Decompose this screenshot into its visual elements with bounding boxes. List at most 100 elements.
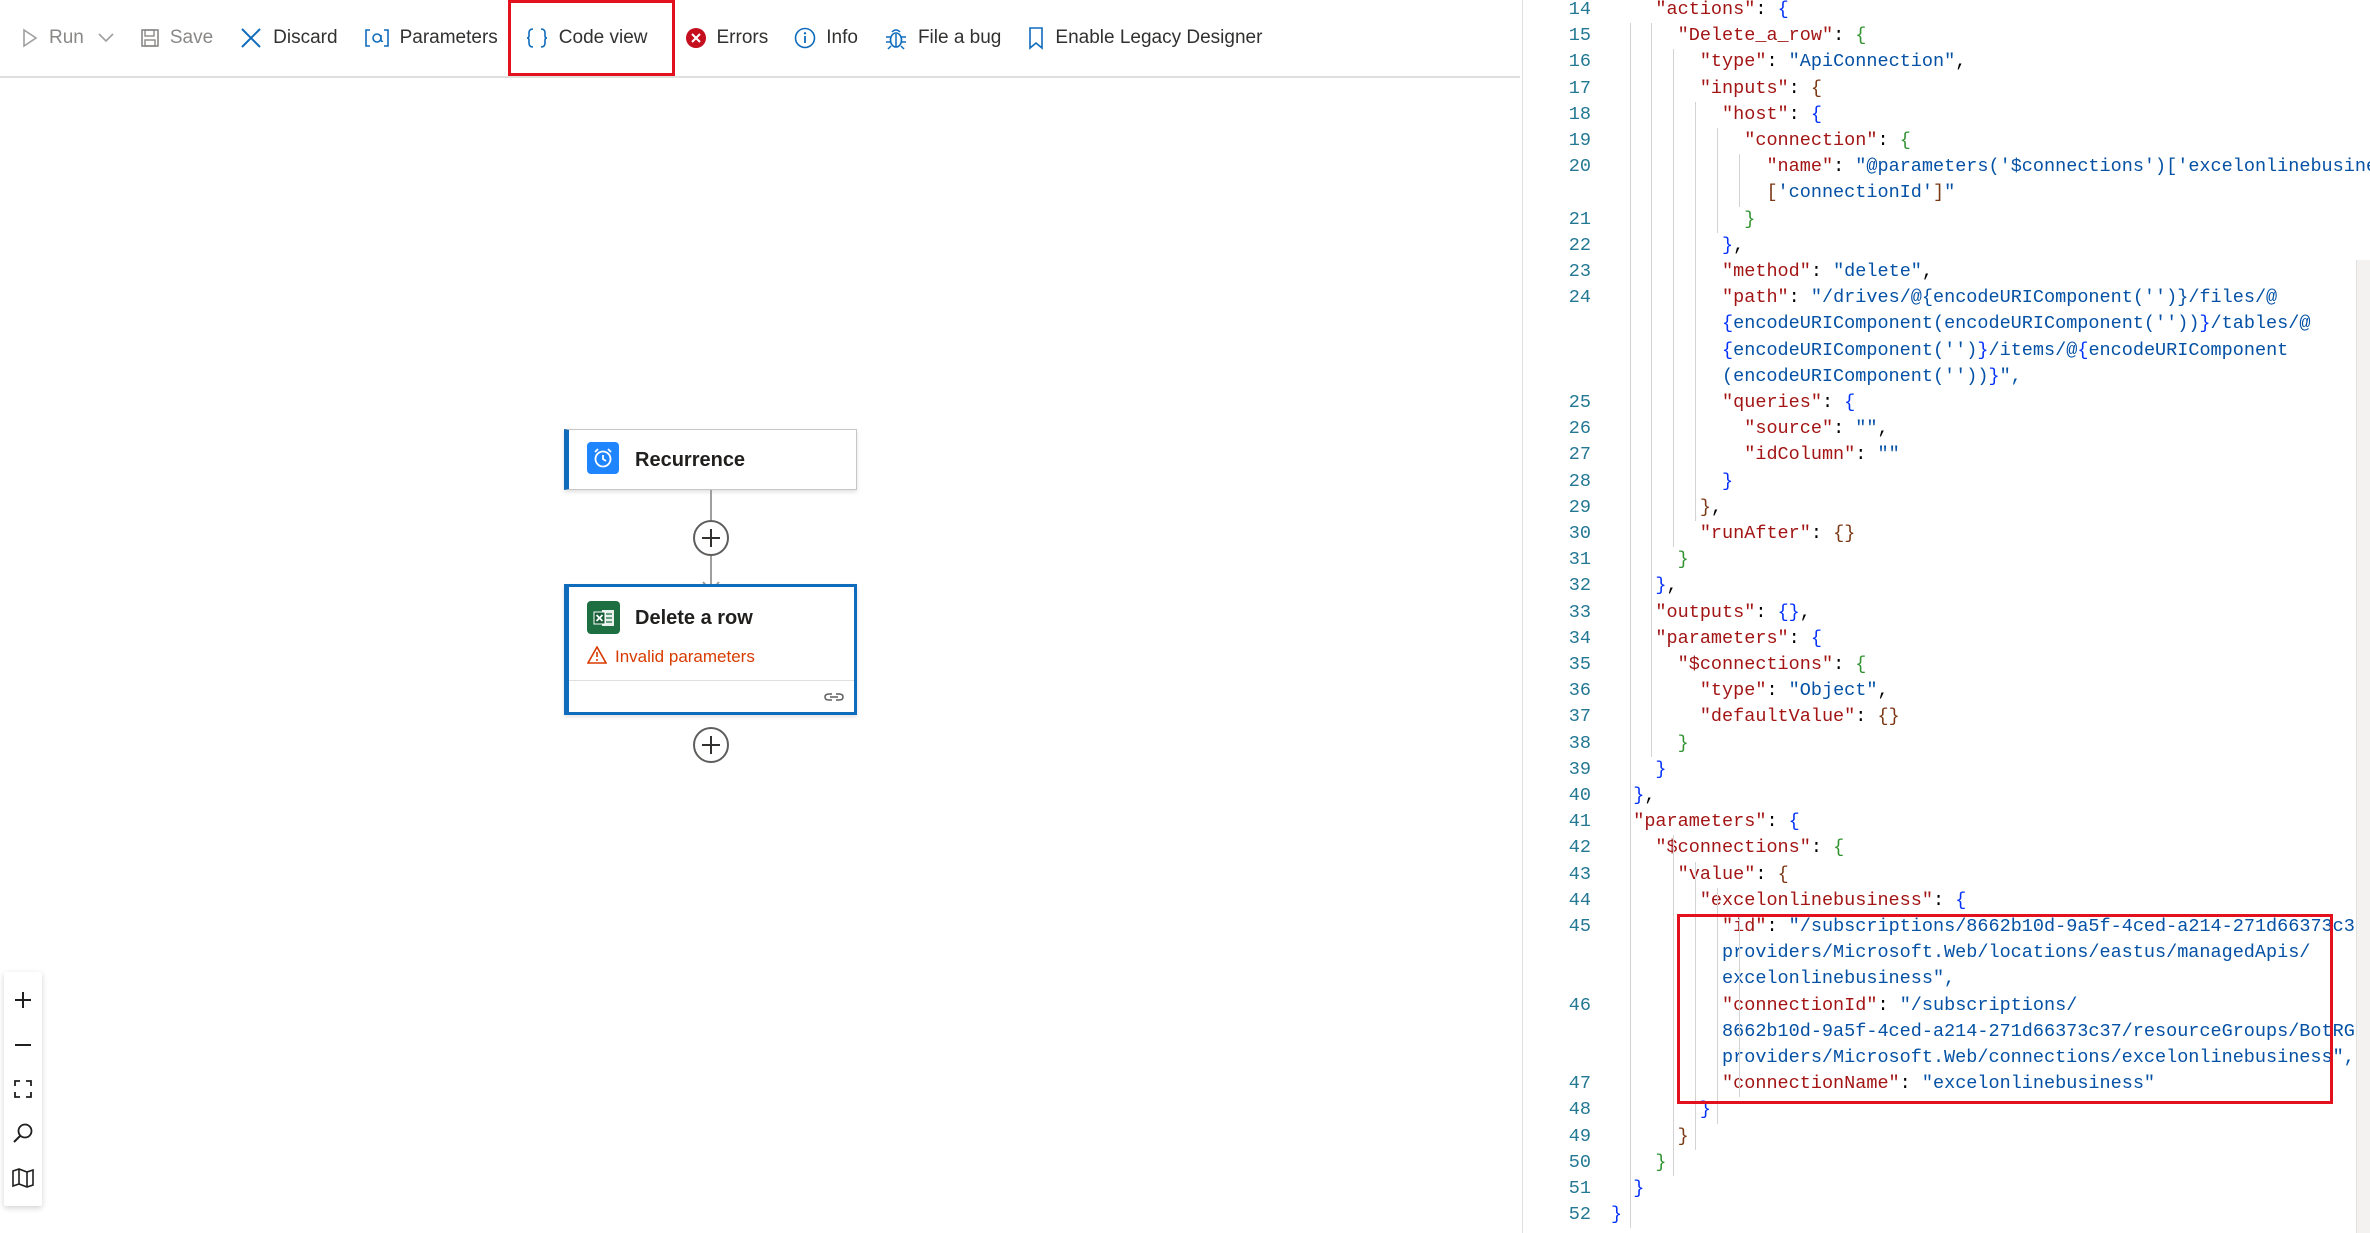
file-bug-button[interactable]: File a bug (871, 12, 1014, 64)
parameters-button[interactable]: Parameters (351, 12, 511, 64)
code-line: 42 "$connections": { (1523, 835, 2363, 861)
zoom-out-button[interactable] (8, 1030, 38, 1060)
indent-guide (1739, 154, 1740, 207)
code-text: "type": "Object", (1699, 680, 1889, 702)
line-number: 40 (1568, 785, 1591, 806)
code-text: "defaultValue": {} (1699, 706, 1900, 728)
info-button[interactable]: Info (781, 12, 871, 64)
search-button[interactable] (8, 1118, 38, 1148)
connection-highlight-box (1677, 914, 2333, 1104)
line-number: 34 (1568, 627, 1591, 649)
line-number: 42 (1568, 837, 1591, 859)
line-number: 50 (1568, 1151, 1591, 1173)
line-number: 14 (1568, 0, 1591, 20)
code-text: "name": "@parameters('$connections')['ex… (1766, 156, 2370, 178)
code-line: 20 "name": "@parameters('$connections')[… (1523, 154, 2370, 180)
add-step-button[interactable] (693, 727, 729, 763)
zoom-in-icon (15, 992, 31, 1009)
code-line: 27 "idColumn": "" (1523, 442, 2363, 468)
code-line: 36 "type": "Object", (1523, 678, 2363, 704)
code-line: {encodeURIComponent(encodeURIComponent('… (1523, 311, 2363, 337)
code-text: }, (1655, 575, 1678, 597)
line-number: 44 (1568, 889, 1591, 911)
parameters-icon (364, 29, 389, 47)
code-line: 17 "inputs": { (1523, 76, 2363, 102)
line-number: 49 (1568, 1125, 1591, 1147)
line-number: 31 (1568, 549, 1591, 571)
code-text: "path": "/drives/@{encodeURIComponent(''… (1722, 287, 2278, 309)
save-button[interactable]: Save (127, 12, 226, 64)
run-icon (23, 28, 38, 48)
line-number: 16 (1568, 51, 1591, 73)
code-line: 28 } (1523, 469, 2363, 495)
canvas-controls (4, 972, 42, 1206)
recurrence-title: Recurrence (635, 449, 746, 471)
discard-button[interactable]: Discard (226, 12, 350, 64)
code-text: "idColumn": "" (1744, 444, 1900, 466)
editor-scrollbar[interactable] (2356, 260, 2370, 1233)
code-text: "excelonlinebusiness": { (1699, 889, 1967, 911)
code-text: }, (1633, 785, 1656, 806)
code-line: 22 }, (1523, 233, 2363, 259)
run-label: Run (49, 27, 84, 48)
line-number: 35 (1568, 654, 1591, 675)
zoom-in-button[interactable] (8, 985, 38, 1015)
code-text: "$connections": { (1677, 654, 1867, 675)
fit-view-button[interactable] (8, 1074, 38, 1104)
code-text: "value": { (1677, 863, 1789, 885)
line-number: 48 (1568, 1099, 1591, 1121)
line-number: 20 (1568, 156, 1591, 178)
recurrence-icon (587, 442, 619, 474)
code-line: 19 "connection": { (1523, 128, 2363, 154)
run-button[interactable]: Run (8, 12, 127, 64)
link-icon (824, 693, 844, 701)
code-line: 39 } (1523, 757, 2363, 783)
errors-button[interactable]: Errors (672, 12, 782, 64)
code-line: 18 "host": { (1523, 102, 2363, 128)
minimap-button[interactable] (8, 1163, 38, 1193)
line-number: 17 (1568, 77, 1591, 99)
line-number: 15 (1568, 25, 1591, 47)
legacy-designer-button[interactable]: Enable Legacy Designer (1014, 12, 1275, 64)
code-text: } (1655, 758, 1667, 780)
code-line: 37 "defaultValue": {} (1523, 704, 2363, 730)
code-text: } (1633, 1178, 1645, 1199)
info-label: Info (826, 27, 858, 48)
code-line: {encodeURIComponent('')}/items/@{encodeU… (1523, 338, 2363, 364)
info-icon (794, 27, 816, 49)
line-number: 24 (1568, 287, 1591, 309)
line-number: 37 (1568, 706, 1591, 728)
workflow-canvas[interactable]: Recurrence Delete a row Invalid paramete… (0, 80, 1520, 1233)
code-line: 15 "Delete_a_row": { (1523, 23, 2363, 49)
code-text: ['connectionId']" (1766, 182, 1956, 204)
code-text: } (1677, 1125, 1689, 1147)
code-text: "actions": { (1655, 0, 1789, 20)
designer-toolbar: Run Save Discard Parameters Code view Er… (0, 0, 1520, 78)
indent-guide (1673, 835, 1674, 1176)
code-view-button[interactable]: Code view (507, 0, 675, 76)
code-line: 23 "method": "delete", (1523, 259, 2363, 285)
code-text: } (1611, 1204, 1623, 1226)
delete-row-action-card[interactable]: Delete a row Invalid parameters (564, 584, 857, 715)
line-number: 26 (1568, 418, 1591, 440)
line-number: 30 (1568, 523, 1591, 544)
errors-label: Errors (716, 27, 769, 48)
line-number: 27 (1568, 444, 1591, 466)
code-text: "runAfter": {} (1699, 523, 1856, 544)
chevron-down-icon[interactable] (98, 33, 114, 43)
bug-icon (885, 29, 906, 50)
excel-icon (587, 601, 620, 634)
indent-guide (1695, 101, 1696, 521)
code-line: 52} (1523, 1202, 2363, 1228)
code-text: "Delete_a_row": { (1677, 25, 1867, 47)
recurrence-trigger-card[interactable]: Recurrence (564, 429, 857, 490)
insert-step-button[interactable] (693, 520, 729, 556)
code-line: 14 "actions": { (1523, 0, 2363, 23)
code-text: } (1677, 549, 1689, 571)
warning-icon (587, 646, 607, 664)
line-number: 41 (1568, 811, 1591, 833)
code-text: "inputs": { (1699, 77, 1822, 99)
line-number: 43 (1568, 863, 1591, 885)
line-number: 29 (1568, 496, 1591, 518)
code-text: "type": "ApiConnection", (1699, 51, 1967, 73)
